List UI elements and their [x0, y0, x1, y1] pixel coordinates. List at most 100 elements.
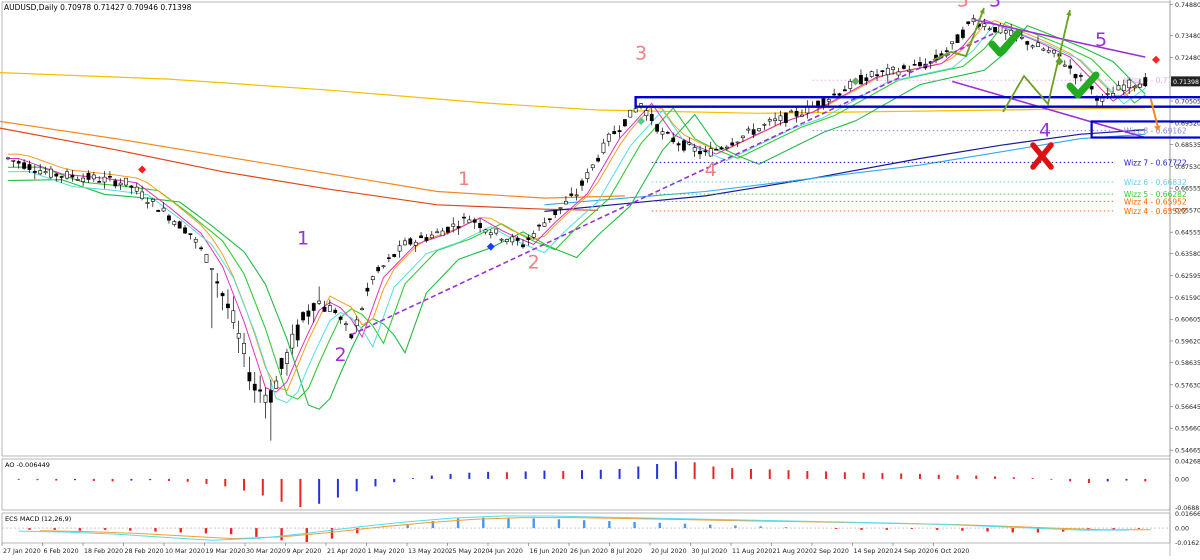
candle-body [236, 333, 241, 339]
price-tick-label: 0.68535 [1175, 142, 1200, 149]
candle-body [633, 108, 638, 113]
candle-body [306, 310, 311, 317]
candle-body [488, 232, 493, 236]
candle-body [531, 233, 536, 238]
candle-body [27, 164, 32, 170]
wave-label: 1 [458, 168, 470, 190]
candle-body [1052, 49, 1056, 54]
candle-body [837, 93, 842, 96]
candle-body [564, 200, 568, 205]
candle-body [1030, 45, 1035, 48]
candle-body [574, 194, 579, 197]
candle-body [821, 98, 826, 106]
candle-body [907, 69, 912, 72]
date-tick-label: 20 Jul 2020 [651, 548, 687, 555]
candle-body [682, 140, 686, 151]
candle-body [177, 221, 182, 229]
candle-body [1132, 86, 1137, 89]
candle-body [124, 177, 128, 186]
candle-body [32, 171, 37, 173]
date-tick-label: 28 Feb 2020 [125, 548, 164, 555]
candle-body [1046, 50, 1051, 53]
candle-body [429, 234, 434, 239]
wave-label: 4 [1039, 119, 1051, 141]
candle-body [767, 119, 772, 122]
candle-body [918, 62, 922, 67]
candle-body [596, 157, 600, 162]
candle-body [1143, 77, 1148, 87]
candle-body [419, 235, 423, 239]
date-tick-label: 19 Mar 2020 [206, 548, 246, 555]
candle-body [483, 229, 488, 233]
price-tick-label: 0.60605 [1175, 317, 1200, 324]
candle-body [671, 137, 676, 143]
candle-body [692, 147, 697, 152]
candle-body [832, 93, 837, 96]
candle-body [998, 25, 1003, 34]
candle-body [869, 71, 874, 77]
macd-tick-label: -0.0162542 [1175, 540, 1200, 547]
price-tick-label: 0.70505 [1175, 99, 1200, 106]
candle-body [456, 226, 461, 229]
macd-label: ECS MACD (12,26,9) [5, 515, 71, 523]
candle-body [842, 89, 847, 92]
candle-body [987, 28, 992, 31]
candle-body [370, 276, 375, 281]
candle-body [628, 109, 633, 118]
candle-body [327, 305, 332, 312]
candle-body [247, 372, 252, 382]
candle-body [1041, 48, 1046, 51]
price-tick-label: 0.59620 [1175, 338, 1200, 345]
candle-body [944, 50, 949, 52]
candle-body [86, 172, 91, 180]
candle-body [1019, 36, 1024, 39]
candle-body [665, 132, 670, 134]
date-tick-label: 14 Sep 2020 [854, 548, 894, 555]
candle-body [580, 180, 584, 186]
candle-body [204, 254, 209, 263]
date-tick-label: 18 Feb 2020 [84, 548, 123, 555]
candle-body [526, 237, 531, 240]
candle-body [445, 226, 450, 233]
candle-body [708, 148, 713, 157]
candle-body [1138, 83, 1142, 88]
candle-body [285, 352, 289, 364]
candle-body [397, 245, 402, 252]
candle-body [252, 383, 257, 391]
candle-body [403, 240, 407, 246]
candle-body [145, 202, 150, 204]
header-symbol-line: AUDUSD,Daily 0.70978 0.71427 0.70946 0.7… [4, 3, 192, 12]
candle-body [703, 150, 708, 153]
candle-body [22, 162, 26, 169]
candle-body [408, 238, 413, 245]
candle-body [494, 228, 499, 234]
date-tick-label: 10 Mar 2020 [165, 548, 205, 555]
candle-body [193, 239, 198, 243]
candle-body [167, 215, 171, 221]
candle-body [156, 209, 161, 212]
candle-body [242, 342, 246, 354]
candle-body [6, 157, 10, 160]
wave-label: 2 [528, 252, 540, 274]
candle-body [16, 161, 21, 164]
candle-body [38, 170, 43, 175]
date-tick-label: 21 Aug 2020 [773, 548, 813, 555]
candle-body [558, 207, 563, 209]
candle-body [896, 71, 901, 76]
candle-body [875, 74, 879, 76]
candle-body [462, 216, 466, 219]
candle-body [118, 182, 123, 186]
candle-body [70, 174, 75, 178]
candle-body [1089, 86, 1094, 90]
candle-body [97, 181, 102, 183]
candle-body [435, 231, 440, 234]
current-price-label: 0.71398 [1173, 79, 1199, 86]
candle-body [826, 99, 831, 102]
candle-body [901, 65, 906, 69]
candle-body [172, 221, 177, 225]
candle-body [993, 26, 997, 33]
candle-body [617, 130, 622, 133]
candle-body [794, 110, 799, 117]
candle-body [542, 222, 547, 227]
date-tick-label: 8 Jul 2020 [611, 548, 643, 555]
